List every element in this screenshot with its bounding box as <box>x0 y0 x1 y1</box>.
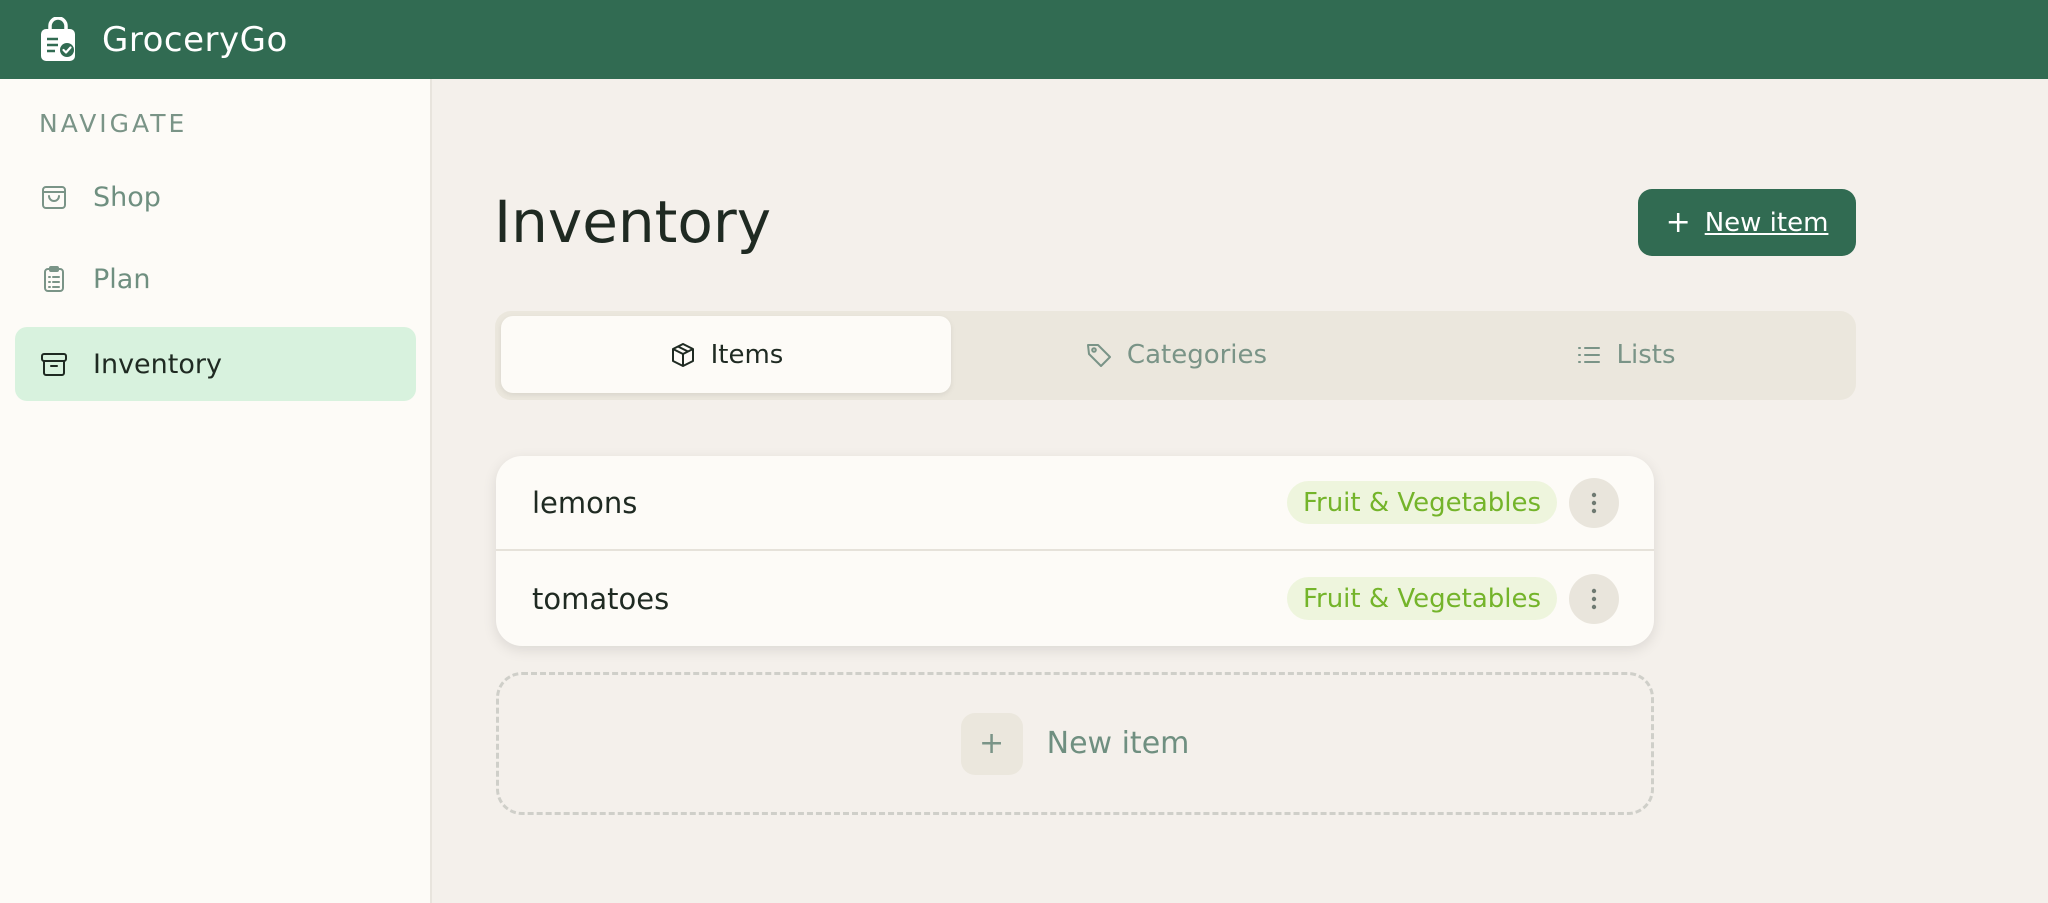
sidebar-item-label: Inventory <box>93 348 222 380</box>
more-options-button[interactable] <box>1569 573 1619 624</box>
clipboard-list-icon <box>39 264 69 294</box>
list-item[interactable]: tomatoes Fruit & Vegetables <box>496 551 1654 646</box>
new-item-button-label: New item <box>1704 207 1829 238</box>
tab-label: Lists <box>1616 339 1676 370</box>
sidebar: NAVIGATE Shop Plan Inventory <box>0 79 432 903</box>
category-badge: Fruit & Vegetables <box>1287 481 1557 524</box>
add-item-card[interactable]: + New item <box>496 672 1654 815</box>
list-item[interactable]: lemons Fruit & Vegetables <box>496 456 1654 551</box>
tab-lists[interactable]: Lists <box>1400 316 1850 393</box>
tab-label: Categories <box>1126 339 1268 370</box>
tab-categories[interactable]: Categories <box>951 316 1401 393</box>
item-name: tomatoes <box>532 581 670 616</box>
new-item-button[interactable]: + New item <box>1638 189 1856 256</box>
vertical-dots-icon <box>1591 492 1597 513</box>
grocery-bag-logo-icon <box>38 15 78 63</box>
app-title: GroceryGo <box>102 19 288 60</box>
archive-box-icon <box>39 349 69 379</box>
shopping-bag-icon <box>39 182 69 212</box>
more-options-button[interactable] <box>1569 477 1619 528</box>
tab-bar: Items Categories Lists <box>495 311 1856 400</box>
list-icon <box>1575 341 1603 369</box>
sidebar-item-plan[interactable]: Plan <box>15 242 416 316</box>
sidebar-item-label: Plan <box>93 263 151 295</box>
item-name: lemons <box>532 485 638 520</box>
tab-label: Items <box>710 339 784 370</box>
cube-icon <box>669 341 697 369</box>
plus-icon: + <box>1665 205 1691 240</box>
tag-icon <box>1085 341 1113 369</box>
sidebar-item-shop[interactable]: Shop <box>15 160 416 234</box>
vertical-dots-icon <box>1591 588 1597 609</box>
sidebar-item-inventory[interactable]: Inventory <box>15 327 416 401</box>
items-list: lemons Fruit & Vegetables tomatoes Fruit… <box>496 456 1654 646</box>
sidebar-item-label: Shop <box>93 181 161 213</box>
top-bar: GroceryGo <box>0 0 2048 79</box>
plus-icon: + <box>960 712 1023 775</box>
sidebar-section-label: NAVIGATE <box>39 109 188 138</box>
page-title: Inventory <box>494 188 772 256</box>
category-badge: Fruit & Vegetables <box>1287 577 1557 620</box>
add-item-label: New item <box>1046 726 1190 761</box>
tab-items[interactable]: Items <box>501 316 951 393</box>
